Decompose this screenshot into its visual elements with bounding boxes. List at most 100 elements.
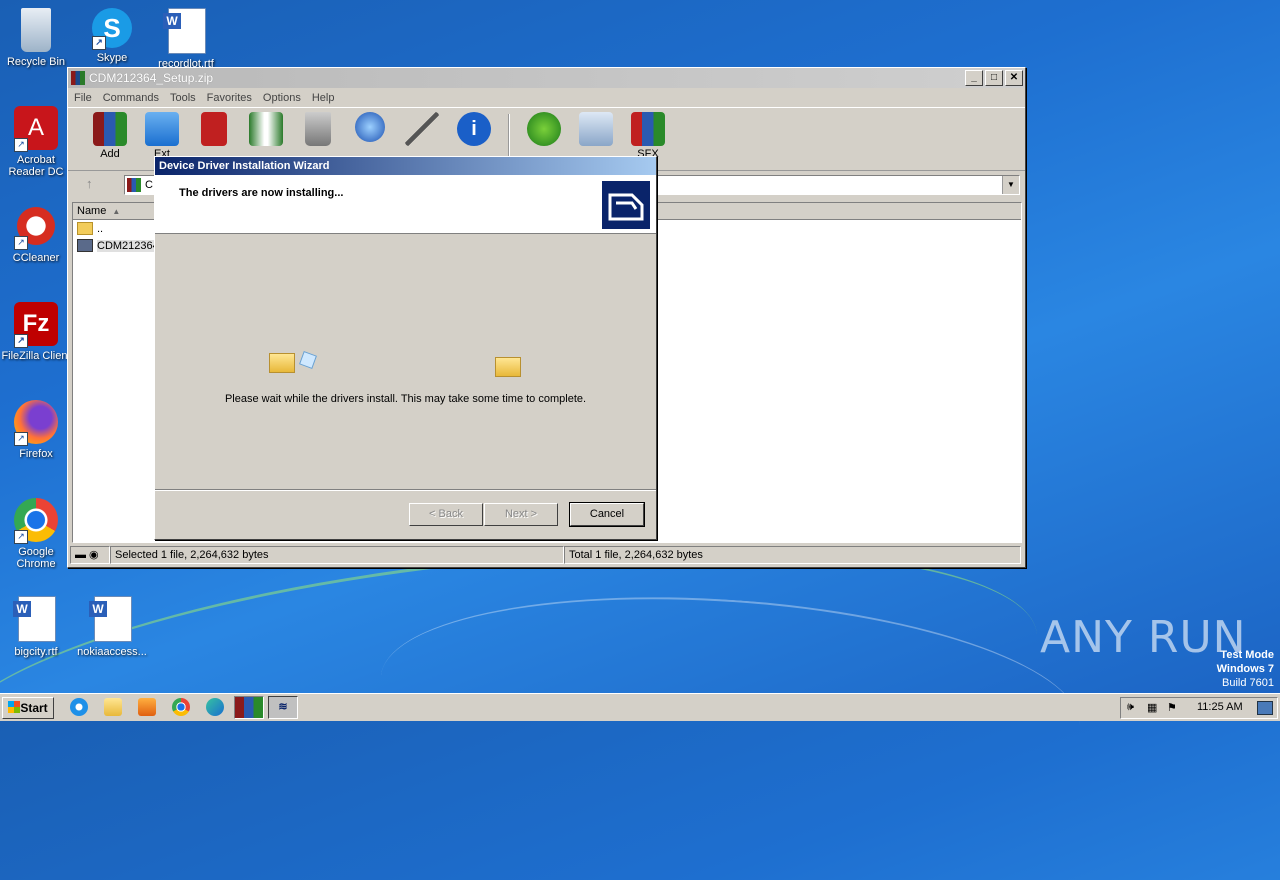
desktop-icon-label: Skype xyxy=(96,52,128,64)
setup-file-icon xyxy=(77,239,93,252)
menu-commands[interactable]: Commands xyxy=(103,92,159,104)
add-button-label: Add xyxy=(100,148,120,160)
filezilla-icon: Fz ↗ xyxy=(14,302,58,348)
ie-icon[interactable] xyxy=(70,698,88,716)
volume-icon[interactable]: 🕪 xyxy=(1127,701,1134,714)
taskbar-wizard-button[interactable]: ≋ xyxy=(268,696,298,719)
sfx-icon xyxy=(631,112,665,146)
taskbar-winrar-button[interactable] xyxy=(234,696,264,719)
desktop-icon-label: nokiaaccess... xyxy=(77,646,147,658)
next-button[interactable]: Next > xyxy=(484,503,558,526)
desktop-icon-bigcity[interactable]: W bigcity.rtf xyxy=(0,596,72,658)
virus-bug-icon xyxy=(527,112,561,146)
comment-icon xyxy=(579,112,613,146)
desktop-icon-acrobat[interactable]: A ↗ Acrobat Reader DC xyxy=(0,106,72,178)
magic-wand-icon xyxy=(405,112,439,146)
recycle-bin-icon xyxy=(21,8,51,52)
path-text: C xyxy=(145,179,153,191)
explorer-folder-icon[interactable] xyxy=(104,698,122,716)
extract-button[interactable]: Ext xyxy=(136,112,188,160)
up-arrow-icon[interactable]: ↑ xyxy=(86,176,93,191)
minimize-button[interactable]: _ xyxy=(965,70,983,86)
desktop-icon-firefox[interactable]: ↗ Firefox xyxy=(0,400,72,460)
test-button[interactable] xyxy=(188,112,240,148)
back-button[interactable]: < Back xyxy=(409,503,483,526)
ccleaner-icon: ↗ xyxy=(14,204,58,250)
delete-button[interactable] xyxy=(292,112,344,148)
acrobat-icon: A ↗ xyxy=(14,106,58,152)
chevron-down-icon[interactable]: ▼ xyxy=(1002,176,1019,194)
edge-icon[interactable] xyxy=(206,698,224,716)
add-archive-icon xyxy=(93,112,127,146)
wizard-button-separator xyxy=(155,489,656,491)
taskbar: Start ≋ 🕪 ▦ ⚑ 11:25 AM xyxy=(0,693,1280,721)
menu-tools[interactable]: Tools xyxy=(170,92,196,104)
close-button[interactable]: ✕ xyxy=(1005,70,1023,86)
action-center-flag-icon[interactable]: ⚑ xyxy=(1167,701,1177,714)
find-button[interactable] xyxy=(344,112,396,144)
wizard-hardware-icon xyxy=(602,181,650,229)
flying-paper-icon xyxy=(299,351,317,369)
show-desktop-icon[interactable] xyxy=(1257,701,1273,715)
menu-options[interactable]: Options xyxy=(263,92,301,104)
desktop-icon-label: Google Chrome xyxy=(16,546,56,570)
start-button[interactable]: Start xyxy=(2,697,54,719)
winrar-menubar: File Commands Tools Favorites Options He… xyxy=(68,88,1025,107)
desktop-icon-recordlot[interactable]: W recordlot.rtf xyxy=(150,8,222,70)
drive-icons: ▬ ◉ xyxy=(70,546,110,564)
winrar-window-title: CDM212364_Setup.zip xyxy=(89,71,214,85)
info-button[interactable]: i xyxy=(448,112,500,148)
copying-folder-icon xyxy=(269,353,295,373)
view-button[interactable] xyxy=(240,112,292,148)
add-button[interactable]: Add xyxy=(84,112,136,160)
sfx-button[interactable]: SFX xyxy=(622,112,674,160)
desktop-icon-label: FileZilla Client xyxy=(1,350,71,362)
comment-button[interactable] xyxy=(570,112,622,148)
test-mode-line1: Test Mode xyxy=(1220,649,1274,661)
desktop-icon-recycle-bin[interactable]: Recycle Bin xyxy=(0,8,72,68)
cancel-button[interactable]: Cancel xyxy=(569,502,645,527)
toolbar-separator xyxy=(508,114,510,158)
test-mode-text: Test Mode Windows 7 Build 7601 xyxy=(1217,648,1274,690)
desktop-icon-label: Firefox xyxy=(19,448,53,460)
desktop-icon-label: bigcity.rtf xyxy=(14,646,58,658)
system-tray: 🕪 ▦ ⚑ 11:25 AM xyxy=(1120,697,1278,719)
anyrun-watermark: ANY RUN xyxy=(1040,612,1247,663)
wizard-button[interactable] xyxy=(396,112,448,148)
desktop-icon-filezilla[interactable]: Fz ↗ FileZilla Client xyxy=(0,302,72,362)
menu-help[interactable]: Help xyxy=(312,92,335,104)
trash-icon xyxy=(305,112,331,146)
test-mode-line2: Windows 7 xyxy=(1216,663,1274,675)
winrar-app-icon xyxy=(71,71,85,85)
menu-favorites[interactable]: Favorites xyxy=(207,92,252,104)
desktop-icon-nokiaaccess[interactable]: W nokiaaccess... xyxy=(76,596,148,658)
media-player-icon[interactable] xyxy=(138,698,156,716)
network-icon[interactable]: ▦ xyxy=(1147,701,1157,714)
maximize-button[interactable]: □ xyxy=(985,70,1003,86)
word-document-icon: W xyxy=(163,8,206,54)
device-driver-wizard-dialog: Device Driver Installation Wizard The dr… xyxy=(154,156,657,540)
menu-file[interactable]: File xyxy=(74,92,92,104)
view-book-icon xyxy=(249,112,283,146)
wizard-titlebar[interactable]: Device Driver Installation Wizard xyxy=(155,157,656,175)
list-item-name: .. xyxy=(97,222,104,235)
chrome-icon[interactable] xyxy=(172,698,190,716)
sort-up-icon: ▲ xyxy=(112,206,121,216)
status-bar: ▬ ◉ Selected 1 file, 2,264,632 bytes Tot… xyxy=(70,546,1021,564)
status-selected: Selected 1 file, 2,264,632 bytes xyxy=(110,546,564,564)
windows-logo-icon xyxy=(8,701,21,713)
winrar-titlebar[interactable]: CDM212364_Setup.zip _ □ ✕ xyxy=(68,68,1025,88)
desktop-icon-chrome[interactable]: ↗ Google Chrome xyxy=(0,498,72,570)
virusscan-button[interactable] xyxy=(518,112,570,148)
folder-up-icon xyxy=(77,222,93,235)
wizard-heading: The drivers are now installing... xyxy=(179,187,344,199)
archive-icon xyxy=(127,178,141,192)
info-icon: i xyxy=(457,112,491,146)
desktop-icon-ccleaner[interactable]: ↗ CCleaner xyxy=(0,204,72,264)
firefox-icon: ↗ xyxy=(14,400,58,446)
word-document-icon: W xyxy=(89,596,132,642)
destination-folder-icon xyxy=(495,357,521,377)
desktop-icon-skype[interactable]: S ↗ Skype xyxy=(76,8,148,64)
clock[interactable]: 11:25 AM xyxy=(1197,701,1243,713)
skype-icon: S ↗ xyxy=(92,8,132,50)
